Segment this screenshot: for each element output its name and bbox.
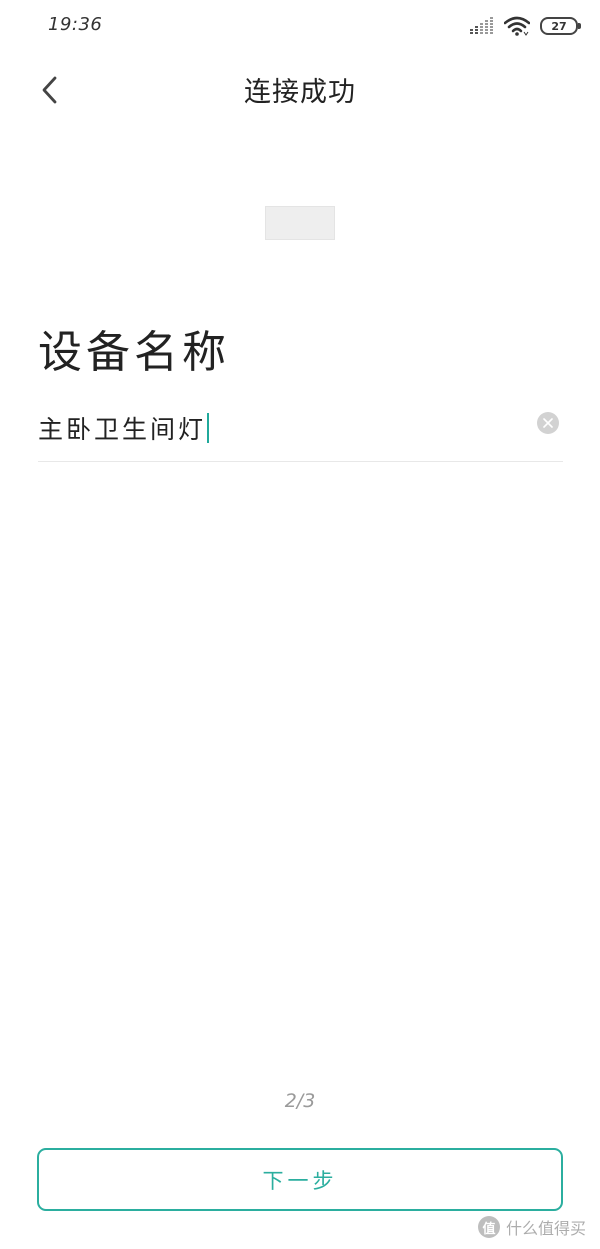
device-name-field: 主卧卫生间灯	[38, 398, 563, 462]
device-name-heading: 设备名称	[38, 327, 230, 378]
cellular-signal-icon	[470, 17, 493, 34]
clear-input-button[interactable]	[537, 412, 559, 434]
next-step-button[interactable]: 下一步	[37, 1148, 563, 1211]
battery-icon: 27	[540, 17, 581, 35]
nav-bar: 连接成功	[0, 52, 600, 126]
watermark-text: 什么值得买	[505, 1219, 586, 1238]
device-name-input[interactable]: 主卧卫生间灯	[38, 410, 210, 446]
page-title: 连接成功	[244, 77, 356, 108]
status-icons: 27	[470, 14, 581, 38]
watermark-logo-icon: 值	[477, 1216, 500, 1238]
connection-success-screen: 19:36 27 连接成功 设备名称 主卧卫生间灯 2/3 下一步 值 什么值得…	[0, 0, 600, 1249]
clear-icon	[543, 418, 553, 428]
next-step-label: 下一步	[262, 1168, 338, 1193]
wifi-icon	[504, 16, 530, 36]
device-name-value: 主卧卫生间灯	[38, 415, 207, 444]
watermark: 值 什么值得买	[477, 1215, 586, 1239]
device-image	[265, 206, 335, 240]
status-bar: 19:36 27	[0, 0, 600, 52]
battery-level: 27	[551, 19, 567, 33]
step-indicator: 2/3	[284, 1090, 316, 1112]
text-caret	[207, 413, 210, 443]
status-time: 19:36	[48, 14, 103, 35]
